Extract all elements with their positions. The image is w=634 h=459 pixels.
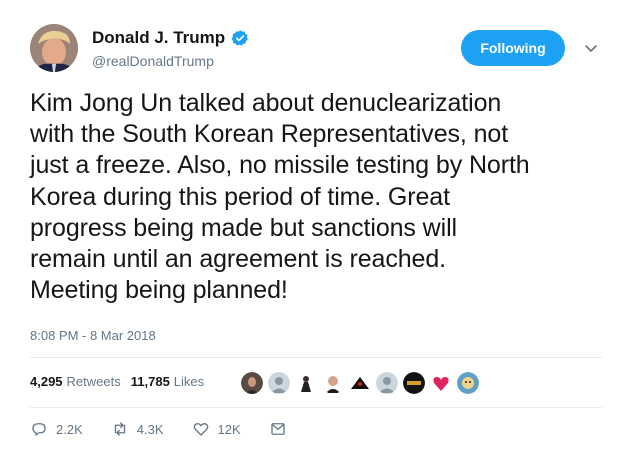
tweet-card: Donald J. Trump @realDonaldTrump Followi… xyxy=(0,0,634,459)
heart-icon xyxy=(193,422,208,436)
like-button[interactable]: 12K xyxy=(192,420,241,438)
liker-avatar-7[interactable] xyxy=(403,372,425,394)
display-name[interactable]: Donald J. Trump xyxy=(92,28,225,48)
reply-count: 2.2K xyxy=(56,421,83,437)
user-handle[interactable]: @realDonaldTrump xyxy=(92,53,214,69)
liker-avatar-3[interactable] xyxy=(295,372,317,394)
likes-label: Likes xyxy=(173,374,205,389)
tweet-actions: 2.2K 4.3K 12K xyxy=(30,420,323,438)
liker-avatar-1[interactable] xyxy=(241,372,263,394)
liker-avatar-2[interactable] xyxy=(268,372,290,394)
avatar[interactable] xyxy=(30,24,78,72)
retweet-button[interactable]: 4.3K xyxy=(111,420,164,438)
likes-stat[interactable]: 11,785 Likes xyxy=(131,374,204,389)
retweets-label: Retweets xyxy=(66,374,121,389)
tweet-text-line: just a freeze. Also, no missile testing … xyxy=(30,151,530,180)
tweet-text-line: Korea during this period of time. Great xyxy=(30,182,450,211)
retweets-stat[interactable]: 4,295 Retweets xyxy=(30,374,121,389)
retweet-count: 4.3K xyxy=(136,421,164,437)
tweet-timestamp[interactable]: 8:08 PM - 8 Mar 2018 xyxy=(30,328,156,343)
reply-icon xyxy=(32,423,46,436)
message-button[interactable] xyxy=(269,420,295,438)
tweet-text-line: Kim Jong Un talked about denuclearizatio… xyxy=(30,89,502,117)
liker-avatars xyxy=(241,372,484,394)
retweet-icon xyxy=(114,422,125,436)
tweet-text-line: Meeting being planned! xyxy=(30,276,288,305)
following-button[interactable]: Following xyxy=(461,30,565,66)
author-name-row: Donald J. Trump xyxy=(92,28,249,48)
liker-avatar-4[interactable] xyxy=(322,372,344,394)
likes-count: 11,785 xyxy=(130,374,170,389)
chevron-down-icon[interactable] xyxy=(583,40,599,56)
retweets-count: 4,295 xyxy=(30,374,63,389)
tweet-text: Kim Jong Un talked about denuclearizatio… xyxy=(30,88,610,306)
reply-button[interactable]: 2.2K xyxy=(30,420,83,438)
envelope-icon xyxy=(270,423,285,435)
engagement-stats: 4,295 Retweets 11,785 Likes xyxy=(30,374,214,389)
divider xyxy=(30,407,602,408)
like-count: 12K xyxy=(217,421,241,437)
tweet-text-line: progress being made but sanctions will xyxy=(30,213,457,242)
liker-avatar-8[interactable] xyxy=(430,372,452,394)
liker-avatar-5[interactable] xyxy=(349,372,371,394)
liker-avatar-9[interactable] xyxy=(457,372,479,394)
liker-avatar-6[interactable] xyxy=(376,372,398,394)
verified-badge-icon xyxy=(231,29,249,47)
tweet-text-line: remain until an agreement is reached. xyxy=(30,245,446,274)
tweet-text-line: with the South Korean Representatives, n… xyxy=(30,120,509,149)
divider xyxy=(30,357,602,358)
